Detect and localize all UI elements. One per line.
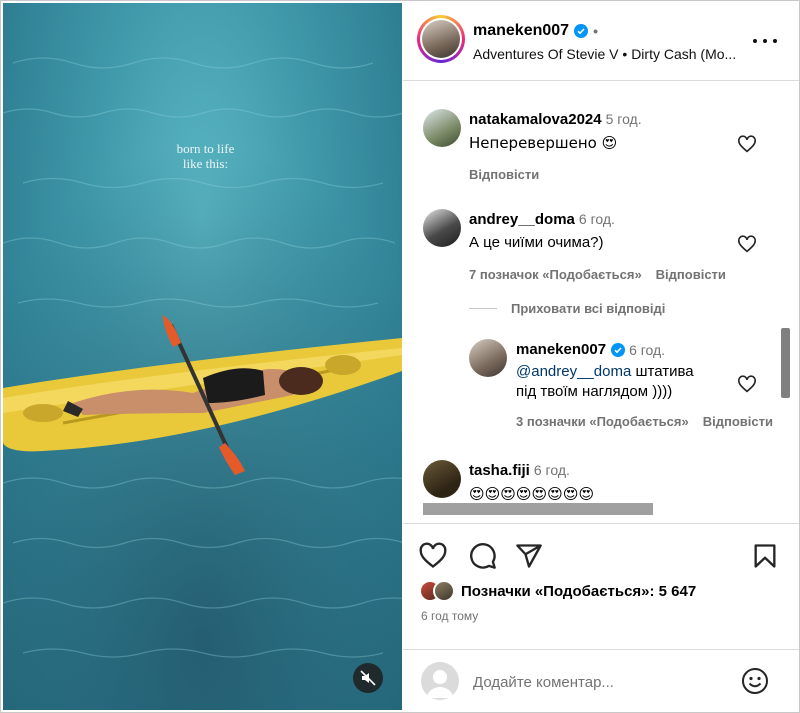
verified-icon — [611, 342, 626, 357]
comment-input[interactable] — [473, 670, 723, 694]
emoji-icon[interactable] — [741, 667, 769, 695]
vertical-scrollbar[interactable] — [781, 328, 790, 398]
header-separator: • — [593, 23, 598, 39]
post-timestamp[interactable]: 6 год тому — [421, 609, 478, 623]
more-options-button[interactable] — [753, 31, 777, 51]
author-username[interactable]: maneken007 — [473, 22, 569, 40]
reply-likes-count[interactable]: 3 позначки «Подобається» — [516, 414, 689, 429]
liker-avatar — [433, 580, 455, 602]
reply-mention[interactable]: @andrey__doma — [516, 363, 631, 380]
audio-track[interactable]: Adventures Of Stevie V • Dirty Cash (Mo.… — [473, 46, 753, 62]
video-overlay-text: born to life like this: — [153, 141, 258, 171]
mute-button[interactable] — [353, 663, 383, 693]
current-user-avatar — [421, 662, 459, 700]
mute-icon — [360, 670, 376, 686]
reply-time[interactable]: 6 год. — [629, 342, 665, 358]
reply-button[interactable]: Відповісти — [656, 267, 726, 282]
comment-username[interactable]: tasha.fiji — [469, 462, 530, 479]
reply-text: штатива — [631, 363, 694, 380]
horizontal-scrollbar[interactable] — [423, 503, 653, 515]
comment-like-heart-icon[interactable] — [737, 375, 757, 393]
comment-time[interactable]: 6 год. — [579, 211, 615, 227]
comment-username[interactable]: andrey__doma — [469, 211, 575, 228]
reply-avatar[interactable] — [469, 339, 507, 377]
add-comment-bar — [403, 649, 799, 713]
comment-username[interactable]: natakamalova2024 — [469, 111, 602, 128]
comment-avatar[interactable] — [423, 209, 461, 247]
comment-text: 😍😍😍😍😍😍😍😍 — [469, 485, 595, 502]
likes-row[interactable]: Позначки «Подобається»: 5 647 — [419, 580, 696, 602]
comment-text: Неперевершено 😍 — [469, 134, 618, 152]
hide-replies-button[interactable]: Приховати всі відповіді — [469, 301, 665, 316]
verified-icon — [574, 24, 589, 38]
reply-button[interactable]: Відповісти — [703, 414, 773, 429]
post-sidebar: maneken007 • Adventures Of Stevie V • Di… — [403, 3, 799, 712]
reply-button[interactable]: Відповісти — [469, 167, 539, 182]
post-header: maneken007 • Adventures Of Stevie V • Di… — [403, 3, 799, 81]
comment-avatar[interactable] — [423, 109, 461, 147]
post-actions: Позначки «Подобається»: 5 647 6 год тому — [403, 523, 799, 713]
likes-count[interactable]: Позначки «Подобається»: 5 647 — [461, 583, 696, 600]
comment-like-heart-icon[interactable] — [737, 235, 757, 253]
comment-likes-count[interactable]: 7 позначок «Подобається» — [469, 267, 642, 282]
comment-time[interactable]: 5 год. — [606, 111, 642, 127]
more-icon — [753, 39, 757, 43]
water-background — [3, 3, 402, 710]
overlay-line-1: born to life — [176, 141, 235, 156]
author-name-row: maneken007 • — [473, 22, 598, 40]
post-dialog: born to life like this: maneken007 • Adv… — [0, 0, 800, 713]
comment-like-heart-icon[interactable] — [737, 135, 757, 153]
comment-time[interactable]: 6 год. — [534, 462, 570, 478]
comments-list: natakamalova2024 5 год. Неперевершено 😍 В… — [403, 82, 799, 502]
hide-replies-label: Приховати всі відповіді — [511, 301, 666, 316]
share-icon[interactable] — [515, 542, 543, 570]
overlay-line-2: like this: — [182, 156, 229, 171]
comment-avatar[interactable] — [423, 460, 461, 498]
post-video[interactable]: born to life like this: — [3, 3, 402, 710]
heart-icon[interactable] — [419, 542, 447, 570]
reply-username[interactable]: maneken007 — [516, 341, 606, 358]
author-avatar[interactable] — [417, 15, 465, 63]
comment-icon[interactable] — [469, 542, 497, 570]
bookmark-icon[interactable] — [751, 542, 779, 570]
